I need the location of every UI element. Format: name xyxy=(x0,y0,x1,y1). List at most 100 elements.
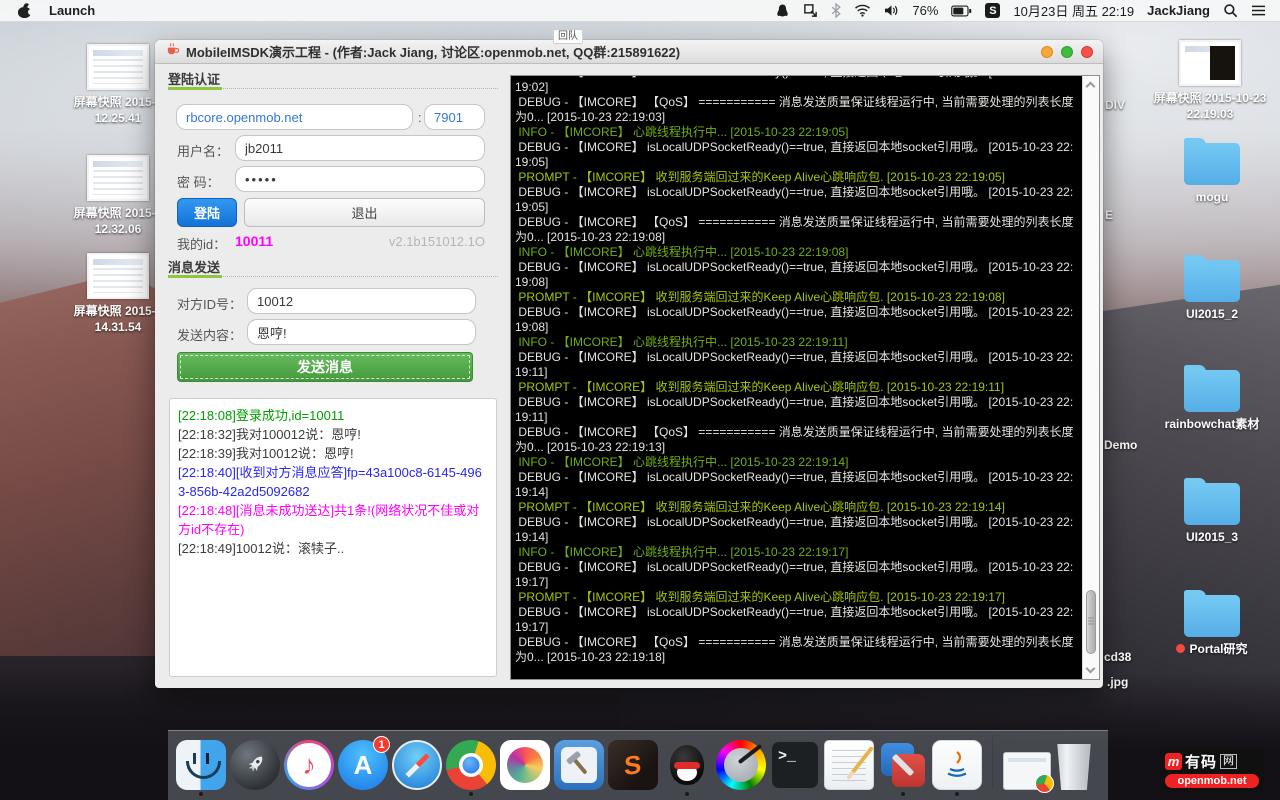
floating-fragment: 回队 xyxy=(553,29,583,44)
bluetooth-icon[interactable] xyxy=(831,3,841,18)
minimize-button[interactable] xyxy=(1041,46,1053,58)
port-input[interactable] xyxy=(424,104,485,130)
window-title-bar[interactable]: MobileIMSDK演示工程 - (作者:Jack Jiang, 讨论区:op… xyxy=(155,40,1103,64)
trash-icon xyxy=(1055,744,1093,790)
desktop-icon-right-2[interactable]: UI2015_2 xyxy=(1147,260,1277,322)
content-label: 发送内容： xyxy=(177,325,242,344)
chat-log-line: [22:18:39]我对10012说：恩哼! xyxy=(178,444,488,463)
dock-item-app-store[interactable]: 1 xyxy=(338,740,388,797)
console-line-debug: DEBUG - 【IMCORE】 【QoS】 =========== 消息发送质… xyxy=(515,635,1078,665)
desktop-icon-label: UI2015_3 xyxy=(1147,529,1277,545)
desktop-icon-label: Portal研究 xyxy=(1147,641,1277,657)
message-section-header: 消息发送 xyxy=(168,257,498,275)
wifi-icon[interactable] xyxy=(854,4,871,17)
launchpad-icon xyxy=(230,740,280,790)
console-line-debug: DEBUG - 【IMCORE】 isLocalUDPSocketReady()… xyxy=(515,260,1078,290)
desktop-icon-label: mogu xyxy=(1147,189,1277,205)
chrome-icon xyxy=(446,740,496,790)
dock-item-minimized-window[interactable] xyxy=(1003,752,1051,797)
close-button[interactable] xyxy=(1081,46,1093,58)
chat-log-line: [22:18:49]10012说：滚犊子.. xyxy=(178,539,488,558)
capture-tool-icon[interactable] xyxy=(803,3,818,18)
red-tag-dot xyxy=(1176,644,1185,653)
username-input[interactable] xyxy=(235,135,485,161)
watermark-domain: openmob.net xyxy=(1165,774,1259,788)
color-meter-icon xyxy=(716,740,766,790)
dock-item-chrome[interactable] xyxy=(446,740,496,797)
zoom-button[interactable] xyxy=(1061,46,1073,58)
scroll-down-arrow[interactable] xyxy=(1086,664,1096,674)
myid-value: 10011 xyxy=(235,233,273,249)
scrollbar-thumb[interactable] xyxy=(1086,590,1096,654)
dock-item-vmware-fusion[interactable] xyxy=(878,740,928,797)
notification-center-icon[interactable] xyxy=(1251,4,1266,17)
console-line-debug: DEBUG - 【IMCORE】 isLocalUDPSocketReady()… xyxy=(515,75,1078,95)
dock-item-finder[interactable] xyxy=(176,740,226,797)
itunes-icon xyxy=(284,740,334,790)
partial-desktop-label: Demo xyxy=(1104,438,1137,452)
desktop-icon-right-5[interactable]: Portal研究 xyxy=(1147,595,1277,657)
dock-item-safari[interactable] xyxy=(392,740,442,797)
dock-item-color-meter[interactable] xyxy=(716,740,766,797)
exit-button[interactable]: 退出 xyxy=(244,198,485,227)
openmob-watermark: m 有码 网 openmob.net xyxy=(1160,748,1264,792)
screenshot-file-icon xyxy=(87,44,149,90)
console-line-prompt: PROMPT - 【IMCORE】 收到服务端回过来的Keep Alive心跳响… xyxy=(515,380,1078,395)
menu-bar-clock[interactable]: 10月23日 周五 22:19 xyxy=(1013,1,1134,20)
sogou-input-icon[interactable]: S xyxy=(985,3,1000,18)
qq-status-icon[interactable] xyxy=(775,3,790,19)
console-line-debug: DEBUG - 【IMCORE】 isLocalUDPSocketReady()… xyxy=(515,305,1078,335)
dock-item-launchpad[interactable] xyxy=(230,740,280,797)
dock: 1 xyxy=(168,730,1108,800)
content-input[interactable] xyxy=(247,319,476,345)
version-text: v2.1b151012.1O xyxy=(365,234,485,249)
myid-label: 我的id： xyxy=(177,234,226,253)
safari-icon xyxy=(392,740,442,790)
password-input[interactable] xyxy=(235,166,485,192)
dock-item-photos[interactable] xyxy=(500,740,550,797)
screenshot-file-icon xyxy=(87,155,149,201)
console-line-debug: DEBUG - 【IMCORE】 isLocalUDPSocketReady()… xyxy=(515,605,1078,635)
scroll-up-arrow[interactable] xyxy=(1086,82,1096,92)
desktop-icon-right-1[interactable]: mogu xyxy=(1147,143,1277,205)
qq-icon xyxy=(662,740,712,790)
partial-desktop-label: DIV xyxy=(1105,98,1125,112)
desktop-icon-right-0[interactable]: 屏幕快照 2015-10-2322.19.03 xyxy=(1145,40,1275,122)
watermark-title: 有码 xyxy=(1185,751,1217,772)
send-message-button[interactable]: 发送消息 xyxy=(177,352,473,382)
dock-item-terminal[interactable] xyxy=(770,740,820,797)
menu-bar: Launch 76% S 10月23日 周五 22:19 xyxy=(0,0,1280,22)
console-line-info: INFO - 【IMCORE】 心跳线程执行中... [2015-10-23 2… xyxy=(515,335,1078,350)
volume-icon[interactable] xyxy=(884,4,899,17)
spotlight-search-icon[interactable] xyxy=(1223,3,1238,18)
folder-icon xyxy=(1184,483,1240,525)
dock-item-java[interactable] xyxy=(932,740,982,797)
active-app-menu[interactable]: Launch xyxy=(49,3,95,18)
dock-item-trash[interactable] xyxy=(1055,744,1093,797)
desktop-icon-label: rainbowchat素材 xyxy=(1147,416,1277,432)
apple-menu-icon[interactable] xyxy=(18,4,31,18)
partial-desktop-label: E xyxy=(1105,208,1113,222)
xcode-icon xyxy=(554,740,604,790)
folder-icon xyxy=(1184,143,1240,185)
dock-item-qq[interactable] xyxy=(662,740,712,797)
message-section-title: 消息发送 xyxy=(168,260,220,275)
dock-item-itunes[interactable] xyxy=(284,740,334,797)
dock-item-sublime-cube[interactable] xyxy=(608,740,658,797)
dock-item-textedit[interactable] xyxy=(824,740,874,797)
battery-icon[interactable] xyxy=(951,5,972,17)
desktop-icon-right-3[interactable]: rainbowchat素材 xyxy=(1147,370,1277,432)
console-log: DEBUG - 【IMCORE】 isLocalUDPSocketReady()… xyxy=(511,75,1082,679)
login-section-header: 登陆认证 xyxy=(168,69,498,87)
server-input[interactable] xyxy=(176,104,413,130)
watermark-m-logo: m xyxy=(1165,753,1182,770)
folder-icon xyxy=(1184,595,1240,637)
desktop-icon-right-4[interactable]: UI2015_3 xyxy=(1147,483,1277,545)
console-scrollbar[interactable] xyxy=(1082,76,1099,679)
peer-id-input[interactable] xyxy=(247,288,476,314)
dock-item-xcode[interactable] xyxy=(554,740,604,797)
window-title: MobileIMSDK演示工程 - (作者:Jack Jiang, 讨论区:op… xyxy=(186,42,680,61)
menu-bar-user[interactable]: JackJiang xyxy=(1147,3,1210,18)
login-button[interactable]: 登陆 xyxy=(177,198,237,227)
peer-id-label: 对方ID号： xyxy=(177,294,242,313)
